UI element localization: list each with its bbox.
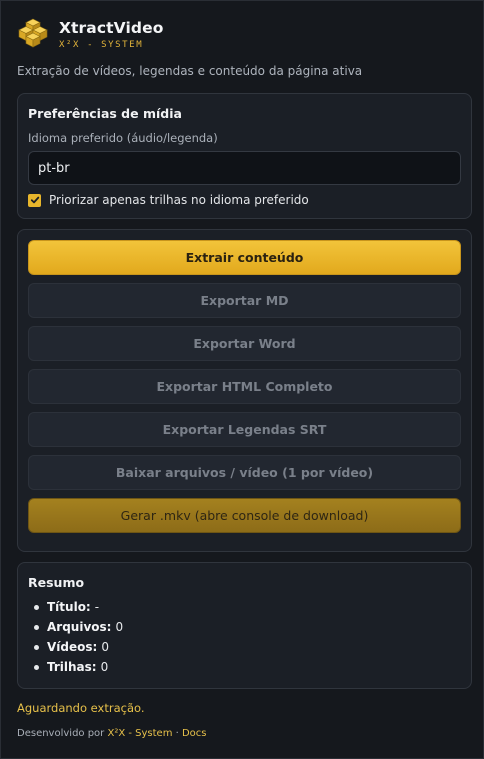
- footer-separator: ·: [172, 728, 182, 739]
- download-files-button[interactable]: Baixar arquivos / vídeo (1 por vídeo): [28, 455, 461, 490]
- summary-card: Resumo Título: - Arquivos: 0 Vídeos: 0 Tril…: [17, 562, 472, 689]
- bullet-icon: [34, 604, 39, 610]
- summary-item-videos: Vídeos: 0: [28, 637, 123, 657]
- preferences-title: Preferências de mídia: [28, 106, 182, 121]
- language-input[interactable]: [28, 151, 461, 185]
- bullet-icon: [34, 644, 39, 650]
- app-subtitle: X²X - SYSTEM: [59, 40, 144, 50]
- status-message: Aguardando extração.: [17, 701, 145, 715]
- bullet-icon: [34, 624, 39, 630]
- generate-mkv-button[interactable]: Gerar .mkv (abre console de download): [28, 498, 461, 533]
- language-label: Idioma preferido (áudio/legenda): [28, 131, 218, 145]
- summary-title: Resumo: [28, 575, 85, 590]
- export-word-button[interactable]: Exportar Word: [28, 326, 461, 361]
- bullet-icon: [34, 664, 39, 670]
- system-link[interactable]: X²X - System: [107, 728, 172, 739]
- docs-link[interactable]: Docs: [182, 728, 207, 739]
- checkmark-icon: [30, 196, 39, 204]
- prioritize-checkbox-row[interactable]: Priorizar apenas trilhas no idioma prefe…: [28, 193, 309, 207]
- extension-popup: XtractVideo X²X - SYSTEM Extração de víd…: [0, 0, 484, 759]
- extract-content-button[interactable]: Extrair conteúdo: [28, 240, 461, 275]
- export-md-button[interactable]: Exportar MD: [28, 283, 461, 318]
- tagline: Extração de vídeos, legendas e conteúdo …: [17, 64, 363, 78]
- brand: XtractVideo X²X - SYSTEM: [59, 19, 163, 51]
- actions-card: Extrair conteúdo Exportar MD Exportar Wo…: [17, 229, 472, 552]
- prioritize-checkbox[interactable]: [28, 193, 41, 207]
- footer-prefix: Desenvolvido por: [17, 728, 108, 739]
- footer: Desenvolvido por X²X - System · Docs: [17, 728, 207, 739]
- cube-stack-logo-icon: [18, 18, 48, 48]
- export-srt-button[interactable]: Exportar Legendas SRT: [28, 412, 461, 447]
- summary-item-tracks: Trilhas: 0: [28, 657, 123, 677]
- prioritize-label: Priorizar apenas trilhas no idioma prefe…: [49, 193, 309, 207]
- summary-item-files: Arquivos: 0: [28, 617, 123, 637]
- export-html-button[interactable]: Exportar HTML Completo: [28, 369, 461, 404]
- header: XtractVideo X²X - SYSTEM: [17, 17, 163, 51]
- app-title: XtractVideo: [59, 19, 164, 37]
- summary-list: Título: - Arquivos: 0 Vídeos: 0 Trilhas: 0: [28, 597, 123, 677]
- media-preferences-card: Preferências de mídia Idioma preferido (…: [17, 93, 472, 219]
- summary-item-title: Título: -: [28, 597, 123, 617]
